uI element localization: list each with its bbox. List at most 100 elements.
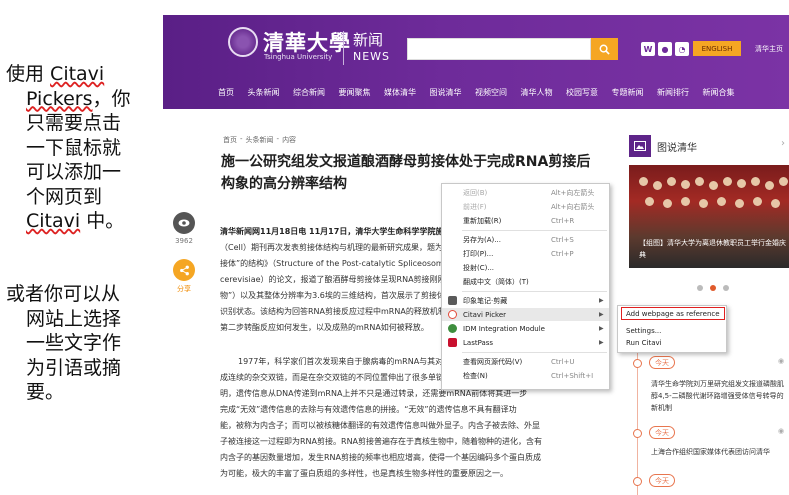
nav-item-collection[interactable]: 新闻合集 bbox=[703, 87, 735, 98]
nav-item-general[interactable]: 综合新闻 bbox=[293, 87, 325, 98]
view-count: 3962 bbox=[175, 237, 193, 245]
search-input[interactable] bbox=[407, 38, 591, 60]
caption-panel: 使用 Citavi Pickers，你 只需要点击 一下鼠标就 可以添加一 个网… bbox=[0, 0, 160, 495]
submenu-arrow-icon: ▶ bbox=[599, 325, 604, 332]
wechat-icon[interactable]: ● bbox=[658, 42, 672, 56]
nav-item-ranking[interactable]: 新闻排行 bbox=[657, 87, 689, 98]
timeline-badge: 今天 bbox=[649, 474, 675, 487]
site-logo-english: Tsinghua University bbox=[264, 53, 333, 61]
home-link[interactable]: 清华主页 bbox=[755, 44, 783, 54]
menu-separator bbox=[462, 230, 607, 231]
nav-item-video[interactable]: 视频空间 bbox=[475, 87, 507, 98]
sidebar-header: 图说清华 bbox=[629, 135, 789, 157]
caption-2-line-5: 要。 bbox=[26, 381, 65, 403]
timeline-item[interactable]: 上海合作组织国家媒体代表团访问清华 bbox=[651, 446, 789, 458]
eye-icon: ◉ bbox=[778, 427, 785, 435]
submenu-add-webpage[interactable]: Add webpage as reference bbox=[626, 310, 720, 318]
weibo-icon[interactable]: W bbox=[641, 42, 655, 56]
menu-item-label: 打印(P)... bbox=[463, 249, 494, 258]
share-label[interactable]: 分享 bbox=[171, 284, 197, 294]
menu-item-label: 印象笔记·剪藏 bbox=[463, 296, 508, 305]
timeline-node bbox=[633, 359, 642, 368]
chevron-right-icon[interactable]: › bbox=[781, 138, 785, 149]
menu-item-label: IDM Integration Module bbox=[463, 324, 545, 333]
eye-icon: ◉ bbox=[778, 357, 785, 365]
nav-item-headlines[interactable]: 头条新闻 bbox=[248, 87, 280, 98]
photo-icon bbox=[629, 135, 651, 157]
menu-item-label: LastPass bbox=[463, 338, 494, 347]
carousel-dot-active[interactable] bbox=[710, 285, 716, 291]
nav-item-people[interactable]: 清华人物 bbox=[521, 87, 553, 98]
timeline-item[interactable]: 清华生命学院刘万里研究组发文报道磷酸肌醇4,5-二磷酸代谢环路增强受体信号转导的… bbox=[651, 378, 789, 414]
caption-2-line-3: 一些文字作 bbox=[26, 332, 122, 354]
citavi-submenu: Add webpage as reference Settings... Run… bbox=[617, 305, 727, 353]
idm-icon bbox=[448, 324, 457, 333]
main-nav: 首页 头条新闻 综合新闻 要闻聚焦 媒体清华 图说清华 视频空间 清华人物 校园… bbox=[218, 87, 748, 98]
context-menu: 返回(B) Alt+向左箭头 前进(F) Alt+向右箭头 重新加载(R) Ct… bbox=[441, 183, 610, 390]
menu-item-label: 检查(N) bbox=[463, 371, 488, 380]
menu-item-label: 另存为(A)... bbox=[463, 235, 501, 244]
carousel-dot[interactable] bbox=[723, 285, 729, 291]
breadcrumb-headlines[interactable]: 头条新闻 bbox=[246, 135, 274, 145]
carousel-dot[interactable] bbox=[697, 285, 703, 291]
caption-1-line-3: 只需要点击 bbox=[26, 112, 122, 134]
search-button[interactable] bbox=[591, 38, 618, 60]
rss-icon[interactable]: ◔ bbox=[675, 42, 689, 56]
timeline-badge: 今天 bbox=[649, 356, 675, 369]
menu-item-shortcut: Alt+向右箭头 bbox=[551, 202, 595, 211]
menu-item-shortcut: Ctrl+R bbox=[551, 216, 575, 225]
evernote-icon bbox=[448, 296, 457, 305]
menu-item-label: 返回(B) bbox=[463, 188, 488, 197]
menu-item-evernote[interactable]: 印象笔记·剪藏 ▶ bbox=[442, 294, 609, 307]
caption-1-first-line: 使用 Citavi bbox=[6, 63, 105, 85]
nav-item-campus[interactable]: 校园写意 bbox=[566, 87, 598, 98]
sidebar-title[interactable]: 图说清华 bbox=[657, 139, 697, 154]
nav-item-focus[interactable]: 要闻聚焦 bbox=[339, 87, 371, 98]
submenu-arrow-icon: ▶ bbox=[599, 339, 604, 346]
caption-block-2: 或者你可以从 网站上选择 一些文字作 为引语或摘 要。 bbox=[6, 282, 146, 405]
submenu-settings[interactable]: Settings... bbox=[626, 327, 661, 335]
menu-item-forward[interactable]: 前进(F) Alt+向右箭头 bbox=[442, 200, 609, 213]
menu-item-inspect[interactable]: 检查(N) Ctrl+Shift+I bbox=[442, 369, 609, 382]
paragraph-line: 子被连接这一过程即为RNA剪接。RNA剪接普遍存在于真核生物中，随着物种的进化，… bbox=[220, 437, 543, 446]
nav-item-media[interactable]: 媒体清华 bbox=[384, 87, 416, 98]
menu-item-label: 翻成中文（简体）(T) bbox=[463, 277, 529, 286]
menu-item-shortcut: Ctrl+S bbox=[551, 235, 574, 244]
menu-item-reload[interactable]: 重新加载(R) Ctrl+R bbox=[442, 214, 609, 227]
menu-item-print[interactable]: 打印(P)... Ctrl+P bbox=[442, 247, 609, 260]
featured-photo-caption[interactable]: 【组图】清华大学为离退休教职员工举行金婚庆典 bbox=[639, 237, 789, 261]
breadcrumb-sep: - bbox=[276, 135, 280, 143]
menu-item-back[interactable]: 返回(B) Alt+向左箭头 bbox=[442, 186, 609, 199]
nav-item-home[interactable]: 首页 bbox=[218, 87, 234, 98]
nav-item-photos[interactable]: 图说清华 bbox=[430, 87, 462, 98]
caption-2-line-2: 网站上选择 bbox=[26, 307, 122, 330]
menu-separator bbox=[462, 352, 607, 353]
caption-1-line-5: 可以添加一 bbox=[26, 161, 122, 183]
menu-item-cast[interactable]: 投射(C)... bbox=[442, 261, 609, 274]
timeline-node bbox=[633, 477, 642, 486]
menu-item-shortcut: Alt+向左箭头 bbox=[551, 188, 595, 197]
paragraph-line: 为可能，极大的丰富了蛋白质组的多样性，也是真核生物多样性的重要原因之一。 bbox=[220, 469, 508, 478]
menu-item-translate[interactable]: 翻成中文（简体）(T) bbox=[442, 275, 609, 288]
english-button[interactable]: ENGLISH bbox=[693, 41, 741, 56]
lastpass-icon bbox=[448, 338, 457, 347]
paragraph-line: 完成“无效”遗传信息的去除与有效遗传信息的拼接。“无效”的遗传信息不具有翻译功 bbox=[220, 405, 517, 414]
breadcrumb-home[interactable]: 首页 bbox=[223, 135, 237, 145]
citavi-icon bbox=[448, 310, 457, 319]
menu-item-shortcut: Ctrl+U bbox=[551, 357, 575, 366]
menu-item-save-as[interactable]: 另存为(A)... Ctrl+S bbox=[442, 233, 609, 246]
tsinghua-seal-icon bbox=[228, 27, 258, 57]
menu-item-idm[interactable]: IDM Integration Module ▶ bbox=[442, 322, 609, 335]
menu-item-label: 投射(C)... bbox=[463, 263, 495, 272]
share-icon[interactable] bbox=[173, 259, 195, 281]
breadcrumb: 首页 - 头条新闻 - 内容 bbox=[223, 135, 296, 145]
menu-item-lastpass[interactable]: LastPass ▶ bbox=[442, 336, 609, 349]
menu-item-shortcut: Ctrl+P bbox=[551, 249, 574, 258]
submenu-run-citavi[interactable]: Run Citavi bbox=[626, 339, 662, 347]
menu-item-citavi-picker[interactable]: Citavi Picker ▶ bbox=[442, 308, 609, 321]
news-label-cn: 新闻 bbox=[353, 31, 384, 49]
news-label-en: NEWS bbox=[353, 50, 391, 63]
paragraph-line: 能，被称为内含子；而可以被核糖体翻译的有效遗传信息叫做外显子。内含子被去除、外显 bbox=[220, 421, 540, 430]
menu-item-view-source[interactable]: 查看网页源代码(V) Ctrl+U bbox=[442, 355, 609, 368]
nav-item-topics[interactable]: 专题新闻 bbox=[612, 87, 644, 98]
